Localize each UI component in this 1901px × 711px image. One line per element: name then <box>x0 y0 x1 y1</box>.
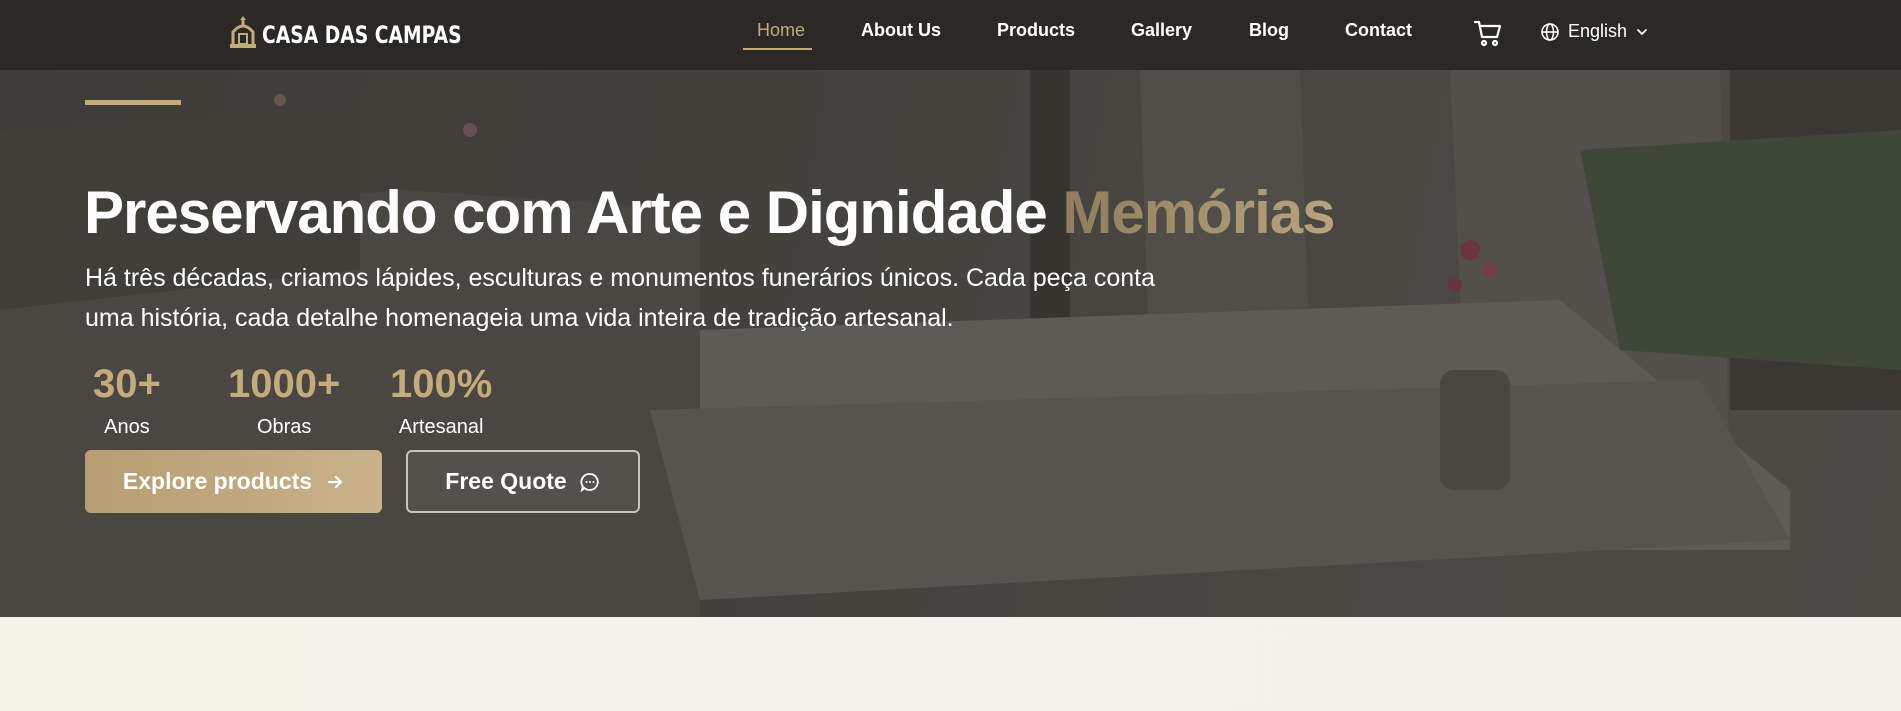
nav-contact[interactable]: Contact <box>1345 20 1412 41</box>
hero-description: Há três décadas, criamos lápides, escult… <box>85 264 1156 332</box>
stat-value: 30+ <box>93 362 161 406</box>
stat-handmade: 100% Artesanal <box>390 362 492 440</box>
chat-bubble-icon <box>580 472 599 492</box>
hero-title-main: Preservando com Arte e Dignidade <box>84 179 1063 246</box>
hero-section: Preservando com Arte e Dignidade Memória… <box>0 70 1901 617</box>
monument-logo-icon <box>230 16 256 48</box>
nav-products[interactable]: Products <box>997 20 1075 41</box>
explore-products-button[interactable]: Explore products <box>85 450 382 513</box>
stat-label: Obras <box>256 416 312 438</box>
free-quote-label: Free Quote <box>445 468 567 494</box>
language-selector[interactable]: English <box>1540 21 1649 42</box>
cart-icon[interactable] <box>1473 19 1503 47</box>
globe-icon <box>1541 22 1559 41</box>
nav-home[interactable]: Home <box>757 20 805 41</box>
stat-label: Artesanal <box>398 416 484 438</box>
stat-value: 100% <box>390 362 493 406</box>
brand-name: CASA DAS CAMPAS <box>262 21 462 49</box>
stat-value: 1000+ <box>228 362 341 406</box>
stat-works: 1000+ Obras <box>228 362 340 440</box>
brand-logo[interactable]: CASA DAS CAMPAS <box>228 14 518 52</box>
free-quote-button[interactable]: Free Quote <box>406 450 640 513</box>
chevron-down-icon <box>1637 28 1647 35</box>
nav-about-us[interactable]: About Us <box>861 20 941 41</box>
next-section <box>0 617 1901 711</box>
arrow-right-icon <box>327 475 343 488</box>
hero-title-highlight: Memórias <box>1062 179 1335 246</box>
nav-blog[interactable]: Blog <box>1249 20 1289 41</box>
accent-bar <box>85 100 181 105</box>
stat-label: Anos <box>104 416 150 438</box>
nav-gallery[interactable]: Gallery <box>1131 20 1192 41</box>
hero-overlay <box>0 70 1901 617</box>
navbar: CASA DAS CAMPAS Home About Us Products G… <box>0 0 1901 70</box>
stat-years: 30+ Anos <box>93 362 161 440</box>
active-nav-indicator <box>743 48 812 50</box>
hero-title: Preservando com Arte e Dignidade Memória… <box>84 178 1336 247</box>
explore-products-label: Explore products <box>122 468 313 494</box>
language-label: English <box>1568 21 1628 41</box>
